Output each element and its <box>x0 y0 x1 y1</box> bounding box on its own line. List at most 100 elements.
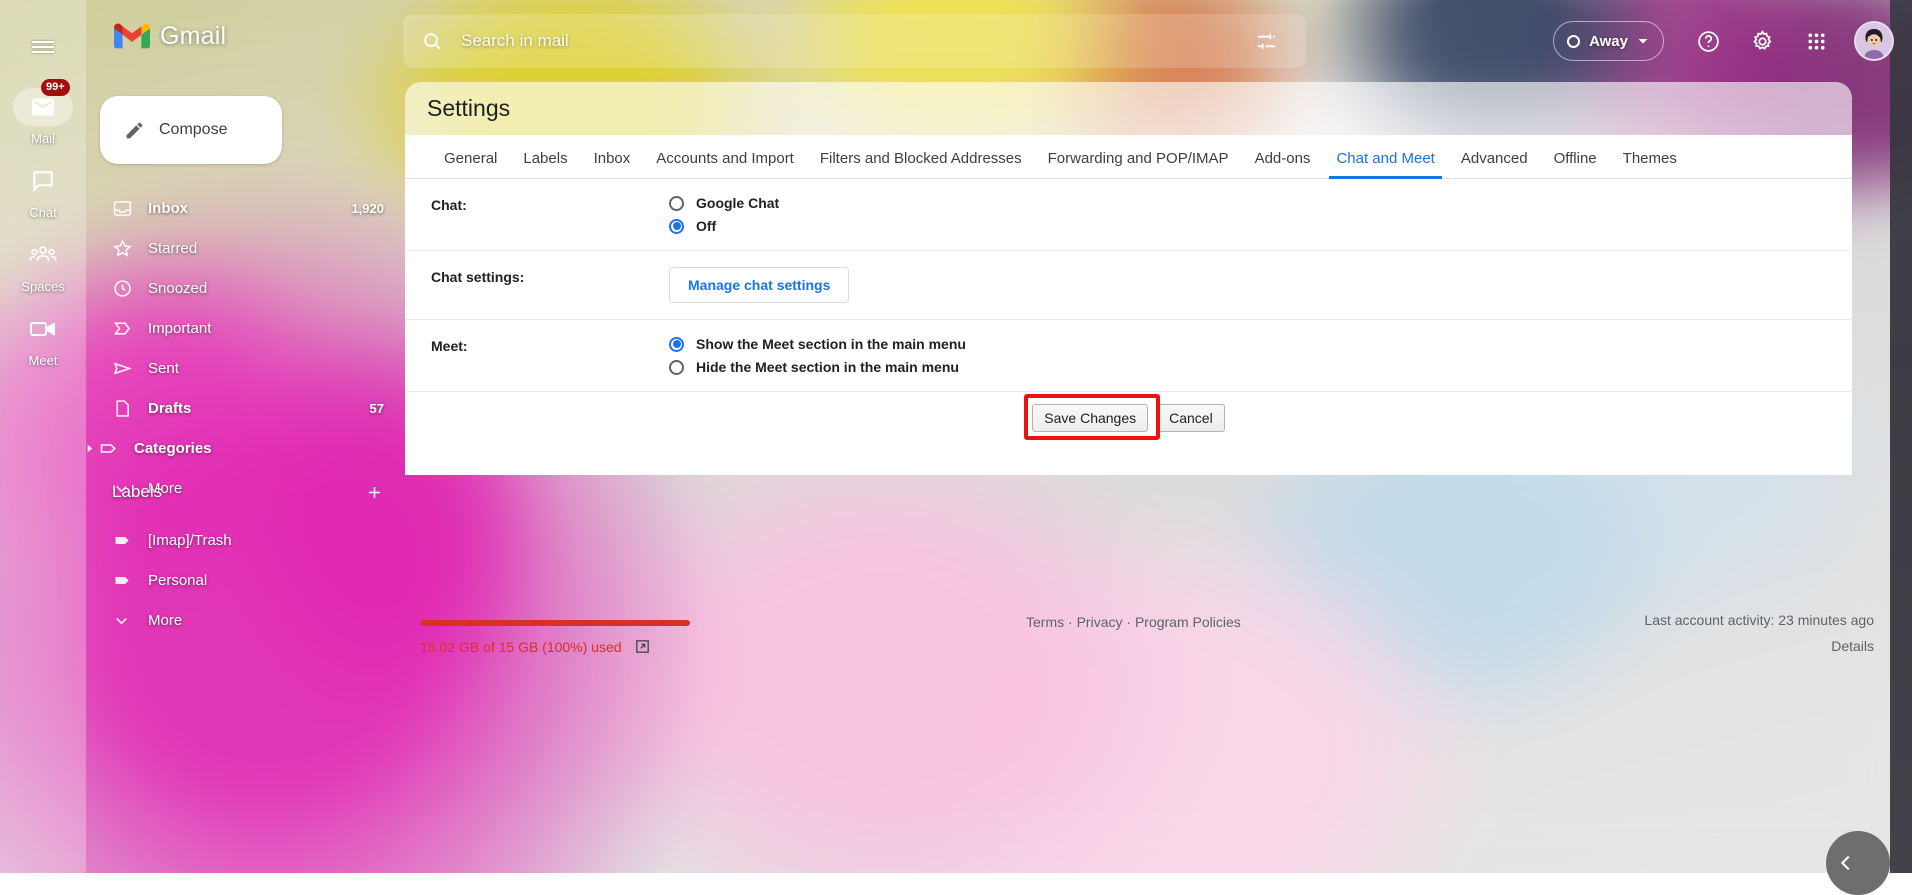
setting-row-chat: Chat: Google Chat Off <box>405 179 1852 251</box>
rail-label-meet: Meet <box>29 353 58 368</box>
nav-item-drafts[interactable]: Drafts 57 <box>86 388 406 428</box>
save-changes-button[interactable]: Save Changes <box>1032 404 1148 432</box>
nav-label-inbox: Inbox <box>148 200 351 217</box>
tune-filter-icon[interactable] <box>1244 19 1288 63</box>
storage-usage-text: 15.02 GB of 15 GB (100%) used <box>420 639 622 655</box>
privacy-link[interactable]: Privacy <box>1077 614 1123 630</box>
tab-labels[interactable]: Labels <box>510 150 580 178</box>
draft-icon <box>112 398 148 419</box>
compose-button[interactable]: Compose <box>100 96 282 164</box>
tab-offline[interactable]: Offline <box>1541 150 1610 178</box>
open-in-new-icon[interactable] <box>634 638 651 655</box>
storage-bar-fill <box>420 620 690 626</box>
gmail-logo[interactable]: Gmail <box>114 22 226 51</box>
radio-label: Google Chat <box>696 195 779 211</box>
tab-accounts-and-import[interactable]: Accounts and Import <box>643 150 807 178</box>
tab-add-ons[interactable]: Add-ons <box>1242 150 1324 178</box>
rail-label-chat: Chat <box>29 205 56 220</box>
tab-inbox[interactable]: Inbox <box>581 150 644 178</box>
radio-chat-off[interactable]: Off <box>669 218 1826 234</box>
apps-grid-icon[interactable] <box>1792 17 1840 65</box>
setting-control-meet: Show the Meet section in the main menu H… <box>669 336 1826 375</box>
label-icon <box>112 530 148 551</box>
radio-button-selected <box>669 219 684 234</box>
nav-label-categories: Categories <box>134 440 384 457</box>
tab-filters-and-blocked-addresses[interactable]: Filters and Blocked Addresses <box>807 150 1035 178</box>
last-activity-text: Last account activity: 23 minutes ago <box>1644 612 1874 628</box>
envelope-icon: 99+ <box>13 88 73 126</box>
labels-list: [Imap]/Trash Personal More <box>86 520 406 640</box>
tab-themes[interactable]: Themes <box>1610 150 1690 178</box>
terms-link[interactable]: Terms <box>1026 614 1064 630</box>
pencil-icon <box>124 120 145 141</box>
search-input[interactable] <box>461 31 1244 51</box>
program-policies-link[interactable]: Program Policies <box>1135 614 1241 630</box>
send-icon <box>112 358 148 379</box>
nav-label-important: Important <box>148 320 384 337</box>
label-item-personal[interactable]: Personal <box>86 560 406 600</box>
video-camera-icon <box>13 310 73 348</box>
app-rail: 99+ Mail Chat Spaces Meet <box>0 0 86 873</box>
cancel-button[interactable]: Cancel <box>1157 404 1225 432</box>
label-text-imap-trash: [Imap]/Trash <box>148 532 384 549</box>
separator-2: · <box>1122 614 1134 630</box>
radio-label: Hide the Meet section in the main menu <box>696 359 959 375</box>
radio-button <box>669 360 684 375</box>
clock-icon <box>112 278 148 299</box>
tab-chat-and-meet[interactable]: Chat and Meet <box>1323 150 1447 178</box>
hamburger-icon[interactable] <box>19 23 67 71</box>
chevron-left-icon[interactable] <box>1826 831 1890 895</box>
chevron-down-icon <box>1637 35 1649 47</box>
label-item-imap-trash[interactable]: [Imap]/Trash <box>86 520 406 560</box>
radio-hide-meet[interactable]: Hide the Meet section in the main menu <box>669 359 1826 375</box>
plus-icon[interactable] <box>365 483 384 502</box>
nav-item-sent[interactable]: Sent <box>86 348 406 388</box>
nav-item-starred[interactable]: Starred <box>86 228 406 268</box>
tag-icon <box>98 438 134 459</box>
gmail-m-icon <box>114 23 150 50</box>
nav-item-important[interactable]: Important <box>86 308 406 348</box>
right-edge-strip <box>1890 0 1912 873</box>
mail-unread-badge: 99+ <box>41 79 70 96</box>
radio-show-meet[interactable]: Show the Meet section in the main menu <box>669 336 1826 352</box>
nav-label-starred: Starred <box>148 240 384 257</box>
rail-item-meet[interactable]: Meet <box>0 310 86 368</box>
nav-item-inbox[interactable]: Inbox 1,920 <box>86 188 406 228</box>
tab-forwarding-and-pop-imap[interactable]: Forwarding and POP/IMAP <box>1035 150 1242 178</box>
labels-header: Labels <box>86 472 406 512</box>
storage-bar-track <box>420 620 690 626</box>
nav-item-snoozed[interactable]: Snoozed <box>86 268 406 308</box>
radio-google-chat[interactable]: Google Chat <box>669 195 1826 211</box>
inbox-icon <box>112 198 148 219</box>
label-text-personal: Personal <box>148 572 384 589</box>
help-circle-icon[interactable] <box>1684 17 1732 65</box>
rail-item-mail[interactable]: 99+ Mail <box>0 88 86 146</box>
nav-label-drafts: Drafts <box>148 400 370 417</box>
radio-button <box>669 196 684 211</box>
label-item-more[interactable]: More <box>86 600 406 640</box>
manage-chat-settings-button[interactable]: Manage chat settings <box>669 267 849 303</box>
nav-list: Inbox 1,920 Starred Snoozed Important Se… <box>86 188 406 508</box>
nav-count-drafts: 57 <box>370 401 384 416</box>
chat-bubble-icon <box>13 162 73 200</box>
tab-general[interactable]: General <box>431 150 510 178</box>
status-chip-away[interactable]: Away <box>1553 21 1664 61</box>
account-activity: Last account activity: 23 minutes ago De… <box>1644 612 1874 654</box>
brand-name: Gmail <box>160 22 226 51</box>
chevron-right-icon <box>80 444 98 453</box>
label-icon <box>112 570 148 591</box>
rail-item-spaces[interactable]: Spaces <box>0 236 86 294</box>
nav-count-inbox: 1,920 <box>351 201 384 216</box>
search-bar[interactable] <box>403 14 1306 68</box>
tab-advanced[interactable]: Advanced <box>1448 150 1541 178</box>
rail-item-chat[interactable]: Chat <box>0 162 86 220</box>
gear-icon[interactable] <box>1738 17 1786 65</box>
setting-row-chat-settings: Chat settings: Manage chat settings <box>405 251 1852 320</box>
setting-row-meet: Meet: Show the Meet section in the main … <box>405 320 1852 392</box>
setting-label-chat-settings: Chat settings: <box>431 267 669 285</box>
topbar-actions: Away <box>1553 12 1900 70</box>
avatar[interactable] <box>1854 21 1894 61</box>
nav-item-categories[interactable]: Categories <box>86 428 406 468</box>
separator-1: · <box>1064 614 1076 630</box>
activity-details-link[interactable]: Details <box>1644 638 1874 654</box>
